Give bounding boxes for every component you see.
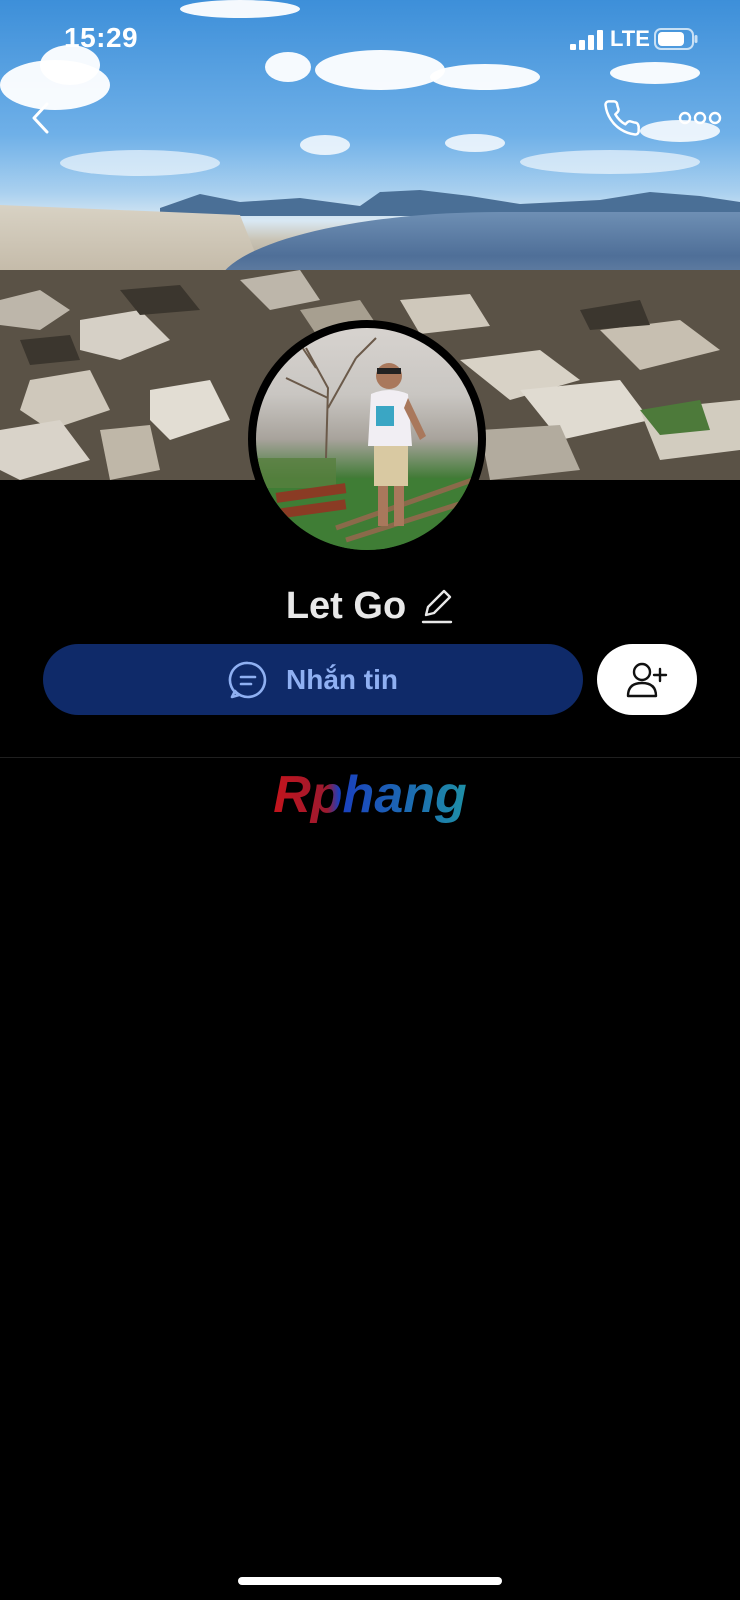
network-type: LTE <box>610 26 650 51</box>
profile-name-row: Let Go <box>0 578 740 634</box>
signal-icon <box>570 30 603 50</box>
profile-name: Let Go <box>285 584 407 627</box>
battery-icon <box>654 28 698 50</box>
message-button-label: Nhắn tin <box>286 663 398 695</box>
pencil-icon[interactable] <box>420 587 454 625</box>
cloud-shape <box>300 135 350 155</box>
avatar-photo <box>256 328 478 550</box>
add-user-icon <box>626 662 668 697</box>
cloud-shape <box>520 150 700 174</box>
message-button[interactable]: Nhắn tin <box>43 644 583 715</box>
watermark-logo-graphic: Rphang <box>273 766 467 824</box>
phone-icon <box>604 100 640 136</box>
avatar-illustration <box>256 337 478 550</box>
cloud-shape <box>60 150 220 176</box>
status-bar: 15:29 LTE <box>0 0 740 80</box>
section-divider <box>0 757 740 758</box>
more-options-button[interactable] <box>676 100 724 136</box>
profile-avatar[interactable] <box>248 320 486 558</box>
more-horizontal-icon <box>678 111 722 125</box>
watermark-logo: Rphang <box>0 766 740 832</box>
chevron-left-icon <box>32 102 49 134</box>
call-button[interactable] <box>600 96 644 140</box>
status-time: 15:29 <box>64 22 139 53</box>
back-button[interactable] <box>22 96 58 140</box>
chat-bubble-icon <box>228 661 267 698</box>
home-indicator[interactable] <box>238 1577 502 1585</box>
cloud-shape <box>445 134 505 152</box>
watermark-text: Rphang <box>273 768 467 824</box>
add-friend-button[interactable] <box>597 644 697 715</box>
